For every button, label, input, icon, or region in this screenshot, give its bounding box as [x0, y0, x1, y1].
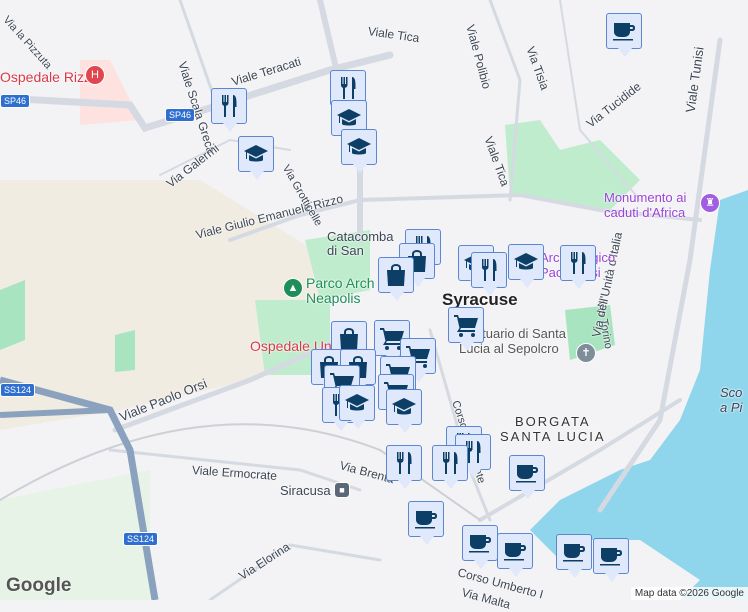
islet-label-line: a Pi: [720, 400, 743, 415]
restaurant-icon: [476, 257, 502, 283]
restaurant-marker[interactable]: [432, 445, 468, 489]
hospital-icon[interactable]: H: [85, 65, 105, 85]
park-area: [0, 280, 25, 350]
coffee-icon: [502, 538, 528, 564]
shopping-cart-icon: [453, 312, 479, 338]
road-shield: SP46: [165, 108, 196, 122]
islet-label-line: Sco: [720, 385, 743, 400]
coffee-icon: [598, 543, 624, 569]
google-logo: Google: [6, 575, 72, 596]
district-label: BORGATA SANTA LUCIA: [500, 414, 606, 444]
education-marker[interactable]: [386, 389, 422, 433]
station-label[interactable]: Siracusa: [280, 483, 331, 498]
education-marker[interactable]: [339, 385, 375, 429]
park-icon[interactable]: ▲: [283, 278, 303, 298]
education-marker[interactable]: [238, 136, 274, 180]
monument-icon[interactable]: ♜: [700, 193, 720, 213]
train-station-icon[interactable]: ■: [334, 482, 350, 498]
catacomb-label[interactable]: Catacomba di San Giovanni: [327, 230, 407, 258]
hospital-rizza-label[interactable]: Ospedale Rizza: [0, 69, 99, 85]
coffee-icon: [611, 18, 637, 44]
coffee-icon: [561, 539, 587, 565]
monument-label-line: Monumento ai: [604, 190, 687, 205]
park-area: [115, 330, 135, 372]
monument-label[interactable]: Monumento ai caduti d'Africa: [604, 190, 686, 220]
park-label-line: Parco Arch: [306, 275, 375, 291]
restaurant-marker[interactable]: [386, 445, 422, 489]
district-label-line: BORGATA: [514, 414, 591, 429]
restaurant-icon: [565, 250, 591, 276]
coffee-marker[interactable]: [556, 534, 592, 578]
church-icon[interactable]: ✝: [576, 343, 596, 363]
park-label-line: Neapolis: [306, 290, 361, 306]
restaurant-icon: [335, 75, 361, 101]
restaurant-icon: [391, 450, 417, 476]
grocery-marker[interactable]: [448, 307, 484, 351]
coffee-icon: [413, 506, 439, 532]
map-attribution[interactable]: Map data ©2026 Google: [630, 587, 748, 600]
monument-label-line: caduti d'Africa: [604, 205, 686, 220]
coffee-marker[interactable]: [593, 538, 629, 582]
graduation-cap-icon: [336, 105, 362, 131]
graduation-cap-icon: [346, 134, 372, 160]
restaurant-icon: [216, 93, 242, 119]
road-shield: SS124: [0, 383, 36, 397]
coffee-marker[interactable]: [606, 13, 642, 57]
district-label-line: SANTA LUCIA: [500, 429, 606, 444]
graduation-cap-icon: [513, 249, 539, 275]
coffee-marker[interactable]: [497, 533, 533, 577]
education-marker[interactable]: [341, 129, 377, 173]
graduation-cap-icon: [243, 141, 269, 167]
coffee-icon: [467, 530, 493, 556]
restaurant-icon: [437, 450, 463, 476]
coffee-marker[interactable]: [462, 525, 498, 569]
road-shield: SS124: [123, 532, 159, 546]
coffee-marker[interactable]: [408, 501, 444, 545]
restaurant-marker[interactable]: [211, 88, 247, 132]
education-marker[interactable]: [508, 244, 544, 288]
graduation-cap-icon: [391, 394, 417, 420]
shopping-marker[interactable]: [378, 257, 414, 301]
park-label[interactable]: Parco Arch Neapolis: [306, 276, 374, 306]
coffee-marker[interactable]: [509, 455, 545, 499]
road-shield: SP46: [0, 94, 31, 108]
restaurant-marker[interactable]: [560, 245, 596, 289]
restaurant-marker[interactable]: [471, 252, 507, 296]
islet-label: Sco a Pi: [720, 385, 742, 415]
shopping-bag-icon: [383, 262, 409, 288]
coffee-icon: [514, 460, 540, 486]
graduation-cap-icon: [344, 390, 370, 416]
